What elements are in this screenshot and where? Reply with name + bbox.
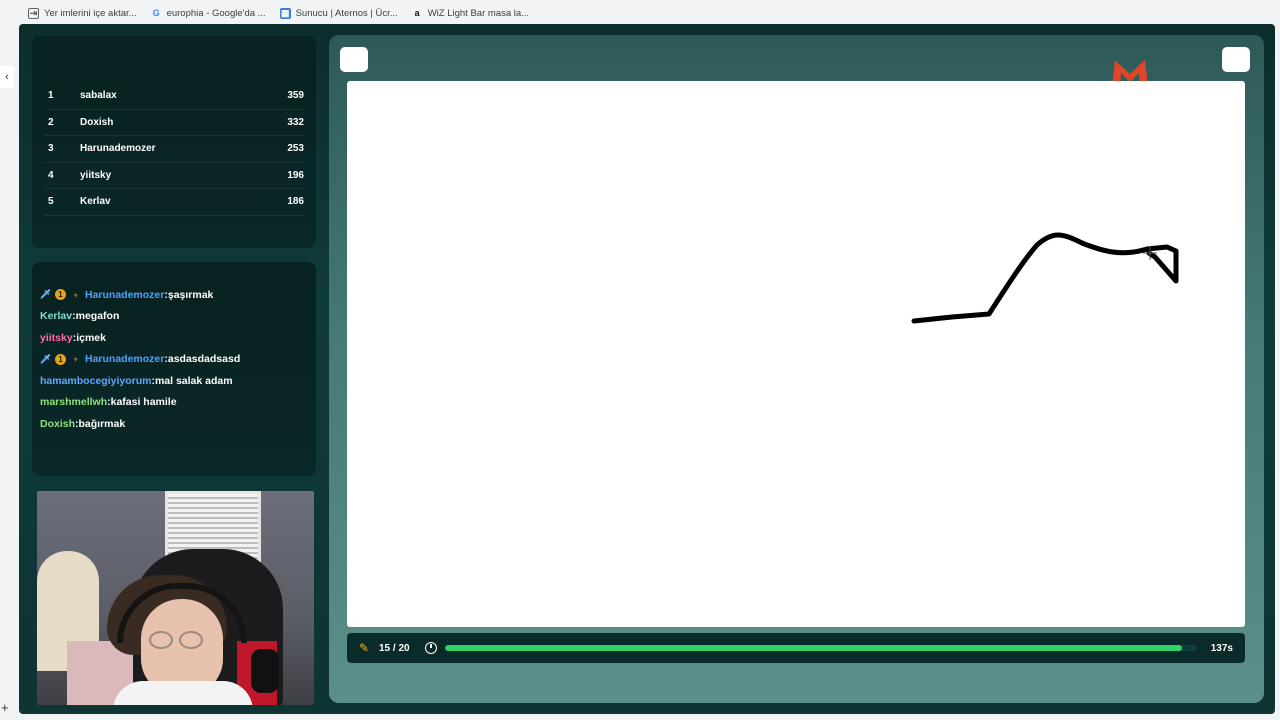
pencil-icon: ✎ — [359, 641, 370, 655]
leaderboard-score: 196 — [287, 169, 304, 181]
drawing-game-area: ✎ 15 / 20 137s — [329, 35, 1264, 703]
leaderboard-rank: 4 — [48, 169, 54, 181]
leaderboard-name: sabalax — [80, 90, 117, 102]
chat-message: hamambocegiyiyorum: mal salak adam — [40, 374, 233, 387]
game-app: 1 sabalax 359 2 Doxish 332 3 Harunademoz… — [19, 24, 1275, 714]
leaderboard-row: 3 Harunademozer 253 — [44, 136, 304, 163]
first-place-badge-icon: 1 — [55, 289, 66, 301]
chat-text: kafasi hamile — [110, 396, 177, 409]
leaderboard-name: Kerlav — [80, 196, 111, 208]
time-progress-fill — [445, 645, 1182, 651]
round-counter: 15 / 20 — [379, 642, 410, 654]
amazon-icon: a — [414, 8, 420, 18]
leaderboard-row: 5 Kerlav 186 — [44, 189, 304, 216]
leaderboard-score: 332 — [287, 116, 304, 128]
chat-message: 🗡 1 ♆ Harunademozer: asdasdadsasd — [40, 353, 241, 366]
time-left: 137s — [1210, 642, 1233, 654]
chat-messages: 🗡 1 ♆ Harunademozer: şaşırmak Kerlav: megafon y… — [40, 284, 310, 446]
bookmark-import[interactable]: ⇥ Yer imlerini içe aktar... — [28, 7, 137, 19]
chat-username[interactable]: Kerlav — [40, 310, 72, 322]
laurel-badge-icon: ♆ — [72, 289, 79, 300]
chat-message: Kerlav: megafon — [40, 310, 120, 323]
chat-username[interactable]: Harunademozer — [85, 289, 164, 301]
timer-icon — [425, 642, 437, 654]
leaderboard-name: yiitsky — [80, 169, 112, 181]
add-icon[interactable]: + — [1, 700, 9, 715]
drawing-strokes — [911, 232, 1179, 324]
leaderboard-score: 186 — [287, 196, 304, 208]
leaderboard-rank: 3 — [48, 143, 54, 155]
bookmark-label: WiZ Light Bar masa la... — [427, 7, 530, 19]
leaderboard-name: Harunademozer — [80, 143, 156, 155]
microphone — [251, 649, 279, 693]
leaderboard-rank: 5 — [48, 196, 54, 208]
google-icon: G — [152, 8, 160, 18]
chat-username[interactable]: marshmellwh — [40, 396, 107, 408]
collapse-side-panel-button[interactable]: ‹ — [0, 66, 14, 88]
leaderboard-list: 1 sabalax 359 2 Doxish 332 3 Harunademoz… — [44, 83, 304, 228]
chat-message: marshmellwh: kafasi hamile — [40, 396, 177, 409]
bookmark-label: europhia - Google'da ... — [166, 7, 266, 19]
bookmarks-bar: ⇥ Yer imlerini içe aktar... G europhia -… — [0, 0, 1280, 26]
leaderboard-score: 359 — [287, 90, 304, 102]
chat-text: asdasdadsasd — [167, 353, 241, 366]
chat-text: içmek — [76, 331, 106, 344]
chat-message: yiitsky: içmek — [40, 331, 106, 344]
time-progress-bar — [445, 645, 1197, 651]
leaderboard-score: 253 — [287, 143, 304, 155]
chat-text: bağırmak — [78, 417, 126, 430]
bookmark-google[interactable]: G europhia - Google'da ... — [151, 8, 266, 19]
leaderboard-rank: 1 — [48, 90, 54, 102]
leaderboard-panel: 1 sabalax 359 2 Doxish 332 3 Harunademoz… — [32, 36, 316, 248]
server-icon: ▦ — [279, 7, 291, 19]
bookmark-aternos[interactable]: ▦ Sunucu | Aternos | Ücr... — [279, 7, 398, 19]
chat-text: mal salak adam — [154, 374, 233, 387]
leaderboard-row: 4 yiitsky 196 — [44, 163, 304, 189]
chat-username[interactable]: Harunademozer — [85, 353, 164, 365]
chat-panel: 🗡 1 ♆ Harunademozer: şaşırmak Kerlav: megafon y… — [32, 262, 316, 476]
chat-username[interactable]: yiitsky — [40, 332, 73, 344]
chat-message: Doxish: bağırmak — [40, 417, 126, 430]
sword-badge-icon: 🗡 — [40, 353, 52, 364]
round-status-bar: ✎ 15 / 20 137s — [347, 633, 1245, 663]
leaderboard-row: 2 Doxish 332 — [44, 110, 304, 136]
import-icon: ⇥ — [28, 7, 39, 19]
leaderboard-rank: 2 — [48, 116, 54, 128]
leaderboard-row: 1 sabalax 359 — [44, 83, 304, 110]
webcam-feed — [37, 491, 314, 705]
chat-text: megafon — [75, 310, 120, 323]
chat-username[interactable]: hamambocegiyiyorum — [40, 375, 151, 387]
bookmark-label: Sunucu | Aternos | Ücr... — [295, 7, 398, 19]
first-place-badge-icon: 1 — [55, 353, 66, 365]
leaderboard-name: Doxish — [80, 116, 114, 128]
chat-message: 🗡 1 ♆ Harunademozer: şaşırmak — [40, 288, 214, 301]
chevron-left-icon: ‹ — [5, 71, 9, 83]
sword-badge-icon: 🗡 — [40, 289, 52, 300]
chat-username[interactable]: Doxish — [40, 418, 75, 430]
bookmark-label: Yer imlerini içe aktar... — [44, 7, 137, 19]
chat-text: şaşırmak — [167, 288, 214, 301]
drawing-canvas[interactable] — [347, 81, 1245, 627]
settings-button[interactable] — [1222, 47, 1250, 72]
laurel-badge-icon: ♆ — [72, 354, 79, 365]
bookmark-wiz[interactable]: a WiZ Light Bar masa la... — [412, 8, 529, 19]
menu-button[interactable] — [340, 47, 368, 72]
